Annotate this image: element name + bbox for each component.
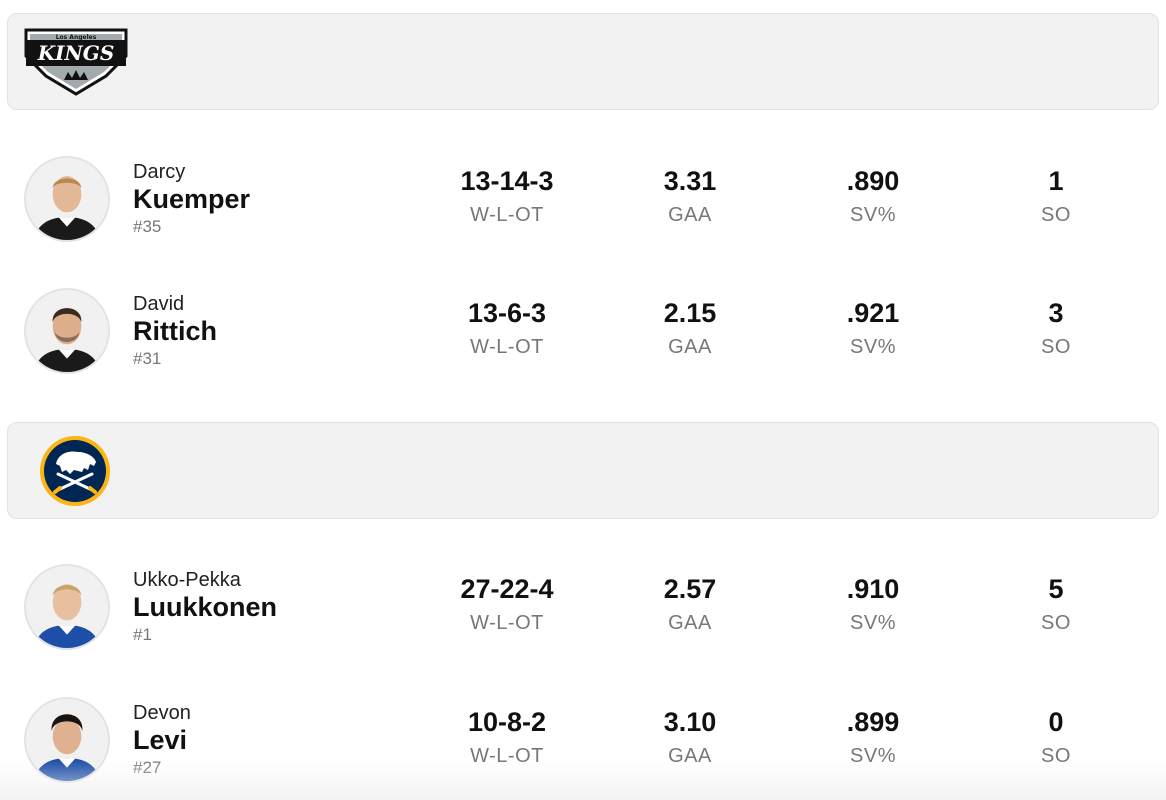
stat-record: 13-6-3 W-L-OT	[407, 298, 607, 360]
stat-gaa-label: GAA	[668, 336, 712, 358]
stat-record-label: W-L-OT	[470, 204, 544, 226]
stat-gaa: 2.57 GAA	[590, 574, 790, 636]
player-number: #35	[133, 217, 162, 236]
player-first-name: David	[133, 293, 185, 315]
team-header-kings: Los Angeles KINGS	[7, 13, 1159, 110]
player-row-kuemper[interactable]: Darcy Kuemper #35 13-14-3 W-L-OT 3.31 GA…	[0, 148, 1166, 248]
stat-save-pct-value: .910	[846, 574, 900, 604]
stat-record-value: 10-8-2	[467, 707, 547, 737]
svg-text:Los Angeles: Los Angeles	[56, 34, 97, 41]
player-number: #31	[133, 349, 162, 368]
stat-gaa-value: 2.57	[663, 574, 717, 604]
stat-gaa: 2.15 GAA	[590, 298, 790, 360]
stat-save-pct-label: SV%	[850, 612, 896, 634]
player-last-name[interactable]: Levi	[133, 725, 413, 755]
stat-record: 27-22-4 W-L-OT	[407, 574, 607, 636]
stat-shutouts-label: SO	[1041, 745, 1071, 767]
stat-save-pct-value: .899	[846, 707, 900, 737]
stat-gaa-label: GAA	[668, 745, 712, 767]
stat-record-label: W-L-OT	[470, 336, 544, 358]
stat-save-pct: .921 SV%	[773, 298, 973, 360]
stat-save-pct: .899 SV%	[773, 707, 973, 769]
stat-record-label: W-L-OT	[470, 612, 544, 634]
goalie-comparison-page: Los Angeles KINGS Darcy Kuemper #35 13-1…	[0, 0, 1166, 800]
stat-record-value: 13-6-3	[467, 298, 547, 328]
player-row-levi[interactable]: Devon Levi #27 10-8-2 W-L-OT 3.10 GAA .8…	[0, 689, 1166, 789]
stat-shutouts-label: SO	[1041, 204, 1071, 226]
stat-shutouts: 0 SO	[956, 707, 1156, 769]
stat-gaa-value: 2.15	[663, 298, 717, 328]
stat-record-value: 13-14-3	[460, 166, 554, 196]
player-first-name: Darcy	[133, 161, 186, 183]
stat-save-pct-value: .921	[846, 298, 900, 328]
stat-record-value: 27-22-4	[460, 574, 554, 604]
stat-shutouts: 5 SO	[956, 574, 1156, 636]
stat-shutouts-label: SO	[1041, 336, 1071, 358]
stat-shutouts: 1 SO	[956, 166, 1156, 228]
player-row-luukkonen[interactable]: Ukko-Pekka Luukkonen #1 27-22-4 W-L-OT 2…	[0, 556, 1166, 656]
stat-shutouts-label: SO	[1041, 612, 1071, 634]
stat-shutouts-value: 1	[1048, 166, 1064, 196]
stat-gaa: 3.31 GAA	[590, 166, 790, 228]
stat-gaa-label: GAA	[668, 612, 712, 634]
player-headshot	[24, 156, 110, 242]
player-number: #1	[133, 625, 152, 644]
player-headshot	[24, 564, 110, 650]
player-headshot	[24, 288, 110, 374]
player-first-name: Devon	[133, 702, 191, 724]
stat-save-pct-value: .890	[846, 166, 900, 196]
player-number: #27	[133, 758, 162, 777]
player-name-block: David Rittich #31	[133, 292, 413, 370]
kings-logo-icon[interactable]: Los Angeles KINGS	[20, 26, 132, 98]
stat-record: 10-8-2 W-L-OT	[407, 707, 607, 769]
stat-shutouts-value: 5	[1048, 574, 1064, 604]
stat-shutouts-value: 3	[1048, 298, 1064, 328]
svg-text:KINGS: KINGS	[37, 41, 115, 65]
stat-gaa-label: GAA	[668, 204, 712, 226]
stat-save-pct-label: SV%	[850, 745, 896, 767]
player-headshot	[24, 697, 110, 783]
stat-shutouts-value: 0	[1048, 707, 1064, 737]
player-row-rittich[interactable]: David Rittich #31 13-6-3 W-L-OT 2.15 GAA…	[0, 280, 1166, 380]
stat-gaa-value: 3.31	[663, 166, 717, 196]
player-last-name[interactable]: Rittich	[133, 316, 413, 346]
player-last-name[interactable]: Kuemper	[133, 184, 413, 214]
stat-record: 13-14-3 W-L-OT	[407, 166, 607, 228]
team-header-sabres	[7, 422, 1159, 519]
stat-save-pct-label: SV%	[850, 204, 896, 226]
stat-gaa-value: 3.10	[663, 707, 717, 737]
stat-save-pct: .910 SV%	[773, 574, 973, 636]
stat-save-pct: .890 SV%	[773, 166, 973, 228]
stat-save-pct-label: SV%	[850, 336, 896, 358]
player-name-block: Devon Levi #27	[133, 701, 413, 779]
player-first-name: Ukko-Pekka	[133, 569, 241, 591]
sabres-logo-icon[interactable]	[38, 434, 112, 508]
stat-shutouts: 3 SO	[956, 298, 1156, 360]
stat-record-label: W-L-OT	[470, 745, 544, 767]
player-name-block: Darcy Kuemper #35	[133, 160, 413, 238]
player-name-block: Ukko-Pekka Luukkonen #1	[133, 568, 413, 646]
player-last-name[interactable]: Luukkonen	[133, 592, 413, 622]
stat-gaa: 3.10 GAA	[590, 707, 790, 769]
